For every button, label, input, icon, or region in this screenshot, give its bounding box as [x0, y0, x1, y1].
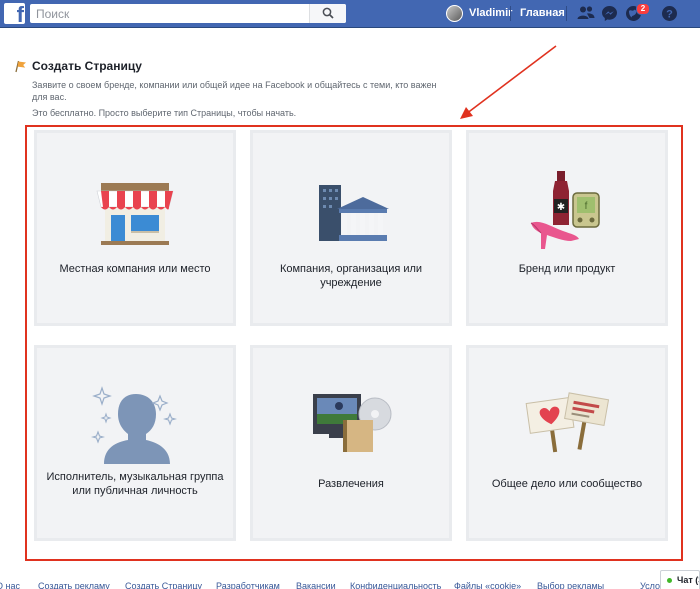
entertainment-icon — [313, 394, 392, 452]
search-button[interactable] — [309, 4, 346, 23]
category-card-local-business[interactable]: Местная компания или место — [34, 130, 236, 326]
page-title: Создать Страницу — [32, 59, 142, 73]
facebook-logo-icon[interactable]: f — [4, 3, 25, 24]
friend-requests-icon[interactable] — [577, 5, 595, 21]
top-navigation-bar: f Vladimir Главная 2 ? — [0, 0, 700, 28]
chat-label: Чат (31) — [677, 575, 699, 585]
logo-letter: f — [16, 3, 24, 24]
flag-icon — [15, 60, 26, 73]
public-figure-icon — [90, 386, 178, 464]
messenger-icon[interactable] — [601, 5, 618, 22]
profile-link[interactable]: Vladimir — [469, 7, 512, 19]
category-label: Бренд или продукт — [518, 263, 616, 275]
user-avatar[interactable] — [446, 5, 463, 22]
svg-text:f: f — [585, 201, 588, 212]
footer-links: О нас Создать рекламу Создать Страницу Р… — [0, 576, 700, 589]
page-description: Заявите о своем бренде, компании или общ… — [32, 80, 437, 102]
svg-text:?: ? — [666, 9, 673, 21]
search-box — [30, 4, 346, 23]
footer-link-cookies[interactable]: Файлы «cookie» — [454, 581, 521, 589]
category-label: Компания, организация или учреждение — [279, 263, 423, 289]
footer-link-create-page[interactable]: Создать Страницу — [125, 581, 202, 589]
chat-tab[interactable]: Чат (31) — [660, 570, 700, 589]
brand-products-icon: ✱ f — [530, 171, 600, 249]
category-label: Общее дело или сообщество — [491, 478, 643, 490]
annotation-arrow-icon — [460, 45, 557, 119]
footer-link-about[interactable]: О нас — [0, 581, 20, 589]
search-icon — [322, 7, 334, 19]
online-status-icon — [667, 578, 672, 583]
footer-link-create-ad[interactable]: Создать рекламу — [38, 581, 110, 589]
help-icon[interactable]: ? — [661, 5, 678, 22]
category-card-community[interactable]: Общее дело или сообщество — [466, 345, 668, 541]
notification-badge: 2 — [636, 3, 650, 15]
office-buildings-icon — [319, 185, 389, 241]
footer-link-careers[interactable]: Вакансии — [296, 581, 336, 589]
category-card-public-figure[interactable]: Исполнитель, музыкальная группа или публ… — [34, 345, 236, 541]
storefront-icon — [96, 183, 174, 245]
search-input[interactable] — [30, 4, 322, 23]
community-signs-icon — [525, 392, 609, 453]
category-label: Исполнитель, музыкальная группа или публ… — [46, 471, 224, 497]
home-link[interactable]: Главная — [520, 7, 565, 19]
nav-divider — [566, 6, 567, 21]
category-label: Развлечения — [318, 478, 384, 490]
category-card-brand[interactable]: ✱ f Бренд или продукт — [466, 130, 668, 326]
category-label: Местная компания или место — [59, 263, 211, 275]
free-note: Это бесплатно. Просто выберите тип Стран… — [32, 108, 297, 118]
footer-link-privacy[interactable]: Конфиденциальность — [350, 581, 441, 589]
footer-link-developers[interactable]: Разработчикам — [216, 581, 280, 589]
svg-text:✱: ✱ — [557, 202, 565, 213]
footer-link-ad-choices[interactable]: Выбор рекламы — [537, 581, 604, 589]
category-card-company[interactable]: Компания, организация или учреждение — [250, 130, 452, 326]
category-card-entertainment[interactable]: Развлечения — [250, 345, 452, 541]
nav-divider — [510, 6, 511, 21]
